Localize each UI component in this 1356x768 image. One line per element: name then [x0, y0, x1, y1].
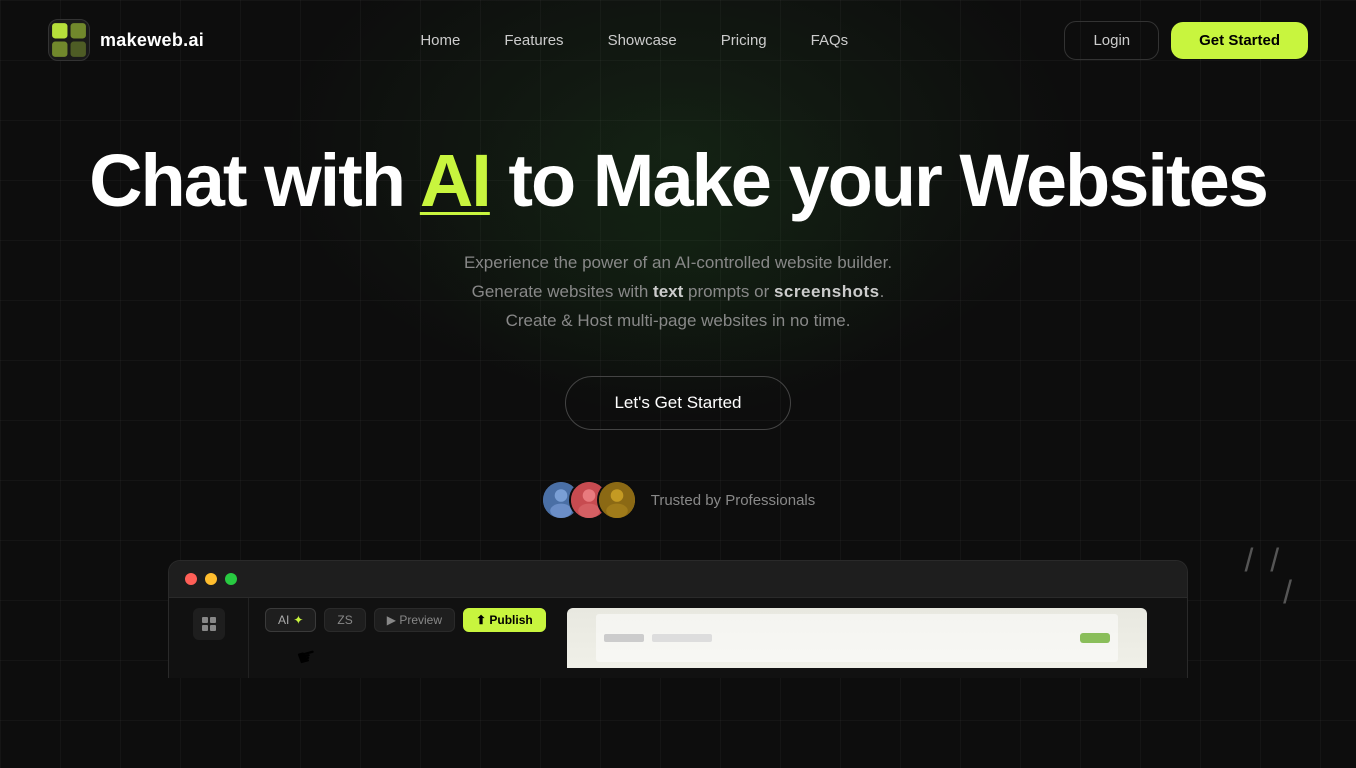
cursor-hand-icon: ☛: [294, 642, 320, 672]
hero-title-part1: Chat with: [89, 139, 420, 222]
cta-container: Let's Get Started: [0, 376, 1356, 430]
preview-right: [567, 598, 1187, 678]
hero-title-ai: AI: [420, 139, 490, 222]
trust-text: Trusted by Professionals: [651, 492, 816, 509]
traffic-light-yellow: [205, 573, 217, 585]
trust-section: Trusted by Professionals: [0, 480, 1356, 520]
toolbar-zs-button[interactable]: ZS: [324, 608, 365, 632]
subtitle-screenshots-bold: screenshots: [774, 282, 880, 301]
sidebar-icon: [193, 608, 225, 640]
logo-text: makeweb.ai: [100, 30, 204, 51]
login-button[interactable]: Login: [1064, 21, 1159, 60]
nav-showcase[interactable]: Showcase: [590, 24, 695, 57]
subtitle-line3: Create & Host multi-page websites in no …: [506, 311, 851, 330]
browser-content: AI ✦ ZS ▶ Preview ⬆ Publish ☛: [169, 598, 1187, 678]
navbar: makeweb.ai Home Features Showcase Pricin…: [0, 0, 1356, 80]
subtitle-text-bold: text: [653, 282, 683, 301]
browser-toolbar: AI ✦ ZS ▶ Preview ⬆ Publish ☛: [249, 598, 567, 678]
hero-title: Chat with AI to Make your Websites: [0, 140, 1356, 221]
preview-screenshot: [567, 608, 1147, 668]
nav-actions: Login Get Started: [1064, 21, 1308, 60]
toolbar-preview-button[interactable]: ▶ Preview: [374, 608, 455, 632]
avatar-3: [597, 480, 637, 520]
hero-title-part2: to Make your Websites: [490, 139, 1267, 222]
subtitle-line1: Experience the power of an AI-controlled…: [464, 253, 892, 272]
avatars-group: [541, 480, 637, 520]
logo[interactable]: makeweb.ai: [48, 19, 204, 61]
browser-mockup: AI ✦ ZS ▶ Preview ⬆ Publish ☛: [168, 560, 1188, 678]
nav-pricing[interactable]: Pricing: [703, 24, 785, 57]
hero-section: Chat with AI to Make your Websites Exper…: [0, 80, 1356, 520]
nav-features[interactable]: Features: [486, 24, 581, 57]
traffic-light-red: [185, 573, 197, 585]
toolbar-publish-button[interactable]: ⬆ Publish: [463, 608, 546, 632]
subtitle-suffix: .: [880, 282, 885, 301]
browser-titlebar: [169, 561, 1187, 598]
toolbar-ai-button[interactable]: AI ✦: [265, 608, 316, 632]
subtitle-mid: prompts or: [683, 282, 774, 301]
traffic-light-green: [225, 573, 237, 585]
cta-button[interactable]: Let's Get Started: [565, 376, 790, 430]
nav-faqs[interactable]: FAQs: [793, 24, 867, 57]
logo-icon: [48, 19, 90, 61]
hero-subtitle: Experience the power of an AI-controlled…: [0, 249, 1356, 336]
nav-links: Home Features Showcase Pricing FAQs: [402, 24, 866, 57]
subtitle-line2-prefix: Generate websites with: [472, 282, 653, 301]
decorative-slashes: / / /: [1244, 544, 1296, 608]
nav-home[interactable]: Home: [402, 24, 478, 57]
browser-sidebar: [169, 598, 249, 678]
get-started-button[interactable]: Get Started: [1171, 22, 1308, 59]
